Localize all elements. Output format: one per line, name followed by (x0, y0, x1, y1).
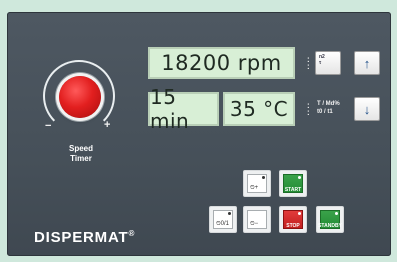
speed-separator: :: (307, 55, 310, 71)
temperature-display: 35 °C (223, 92, 295, 126)
arrow-down-icon: ↓ (363, 101, 371, 117)
control-panel: − + Speed Timer 18200 rpm 15 min 35 °C :… (7, 12, 391, 256)
timer-plus-glyph: ⏲+ (250, 185, 259, 191)
brand-name: DISPERMAT (34, 229, 129, 246)
info-labels: T / Md% t0 / t1 (317, 100, 340, 116)
stop-key[interactable]: STOP (279, 206, 307, 233)
start-key[interactable]: START (279, 170, 307, 197)
brand-logo: DISPERMAT® (34, 229, 135, 246)
brand-registered-mark: ® (128, 229, 136, 238)
speed-mode-label: n2 τ (319, 54, 325, 66)
stop-key-label: STOP (286, 223, 300, 229)
speed-timer-knob[interactable] (59, 76, 101, 118)
up-arrow-button[interactable]: ↑ (354, 51, 380, 75)
knob-minus-sign: − (45, 120, 52, 132)
time-display: 15 min (148, 85, 219, 133)
standby-key-label: STANDBY (318, 223, 342, 229)
start-key-label: START (284, 187, 302, 193)
timer-minus-glyph: ⏲− (250, 221, 259, 227)
timer-minus-key[interactable]: ⏲− (243, 206, 271, 233)
speed-display: 18200 rpm (148, 47, 295, 79)
timer-on-off-glyph: ⏲0/1 (216, 221, 230, 227)
speed-mode-button[interactable]: n2 τ (315, 51, 341, 75)
arrow-up-icon: ↑ (363, 55, 371, 71)
time-mode-label: t0 / t1 (317, 109, 333, 115)
down-arrow-button[interactable]: ↓ (354, 97, 380, 121)
standby-key[interactable]: STANDBY (316, 206, 344, 233)
knob-label-timer: Timer (70, 154, 92, 163)
knob-plus-sign: + (104, 119, 111, 131)
torque-label: T / Md% (317, 101, 340, 107)
info-separator: :: (307, 101, 310, 117)
knob-label: Speed Timer (55, 144, 107, 164)
timer-on-off-key[interactable]: ⏲0/1 (209, 206, 237, 233)
knob-label-speed: Speed (68, 144, 93, 153)
timer-plus-key[interactable]: ⏲+ (243, 170, 271, 197)
